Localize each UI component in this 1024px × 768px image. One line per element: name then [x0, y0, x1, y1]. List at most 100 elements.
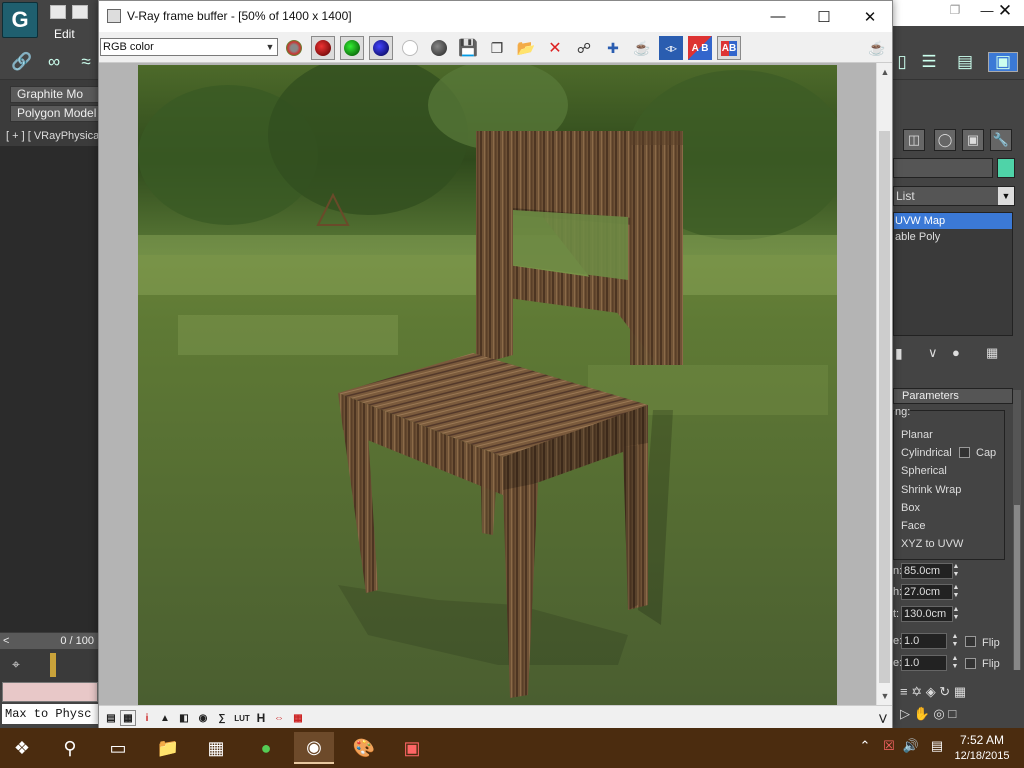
search-icon[interactable]: ⚲ [50, 732, 90, 764]
max-app-logo-icon[interactable]: G [2, 2, 38, 38]
bind-space-warp-icon[interactable]: ≈ [74, 52, 98, 72]
file-explorer-icon[interactable]: 📁 [148, 732, 188, 764]
make-unique-icon[interactable]: ● [952, 345, 970, 363]
height-spinner-arrows-icon[interactable]: ▲ ▼ [951, 606, 961, 622]
levels-icon[interactable]: ▲ [157, 710, 173, 726]
chevron-down-icon[interactable]: ▼ [998, 187, 1014, 205]
mono-channel-button[interactable] [427, 36, 451, 60]
mapping-spherical[interactable]: Spherical [901, 465, 947, 477]
lut-icon[interactable]: LUT [234, 710, 250, 726]
parameters-rollout-header[interactable]: Parameters [893, 388, 1013, 404]
vfb-close-button[interactable]: ✕ [847, 1, 893, 32]
new-file-icon[interactable] [50, 5, 66, 19]
u-tile-spinner[interactable]: 1.0 [901, 633, 947, 649]
render-last-icon[interactable]: ☕ [630, 36, 654, 60]
mirror-icon[interactable]: ▯ [893, 52, 911, 72]
color-wheel-icon[interactable] [282, 36, 306, 60]
length-spinner[interactable]: 85.0cm [901, 563, 953, 579]
track-mouse-icon[interactable]: ☍ [572, 36, 596, 60]
chevron-down-icon[interactable]: ▼ [264, 39, 276, 55]
v-flip-checkbox[interactable] [965, 658, 976, 672]
teapot-render-icon[interactable]: ☕ [865, 36, 889, 60]
red-channel-button[interactable] [311, 36, 335, 60]
compare-a-b-icon[interactable]: AB [717, 36, 741, 60]
save-all-icon[interactable]: ❐ [485, 36, 509, 60]
stack-item-editable-poly[interactable]: able Poly [894, 229, 1012, 245]
display-tab-icon[interactable]: ▣ [962, 129, 984, 151]
open-file-icon[interactable] [72, 5, 88, 19]
curve-icon[interactable]: ◧ [176, 710, 192, 726]
vfb-scrollbar-thumb[interactable] [879, 131, 890, 683]
u-flip-checkbox[interactable] [965, 636, 976, 650]
unlink-icon[interactable]: ∞ [42, 52, 66, 72]
mapping-cylindrical[interactable]: Cylindrical [901, 447, 952, 459]
mapping-planar[interactable]: Planar [901, 429, 933, 441]
clear-icon[interactable]: ✕ [543, 36, 567, 60]
object-name-field[interactable] [893, 158, 993, 178]
modifier-list-dropdown[interactable]: List ▼ [893, 186, 1015, 206]
link-icon[interactable]: 🔗 [10, 52, 34, 72]
render-channel-select[interactable]: RGB color ▼ [100, 38, 278, 56]
paint-icon[interactable]: 🎨 [344, 732, 384, 764]
srgb-icon[interactable]: ∑ [214, 710, 230, 726]
track-bar[interactable]: ⌖ [0, 650, 100, 680]
viewport-label[interactable]: [ + ] [ VRayPhysica [6, 130, 99, 142]
mapping-xyz-to-uvw[interactable]: XYZ to UVW [901, 538, 963, 550]
expand-panel-icon[interactable]: ⋁ [875, 710, 891, 726]
align-icon[interactable]: ☰ [917, 52, 941, 72]
link-to-settings-icon[interactable]: ◃▹ [659, 36, 683, 60]
notifications-icon[interactable]: ▤ [928, 738, 946, 754]
scroll-down-icon[interactable]: ▼ [877, 689, 893, 703]
maxscript-listener-bar[interactable] [2, 682, 98, 702]
close-icon[interactable]: ✕ [993, 1, 1017, 23]
command-panel-scrollbar-thumb[interactable] [1014, 505, 1020, 670]
vfb-vertical-scrollbar[interactable]: ▲ ▼ [876, 63, 892, 705]
alpha-channel-button[interactable] [398, 36, 422, 60]
history-a-b-icon[interactable]: A B [688, 36, 712, 60]
region-render-icon[interactable]: ✚ [601, 36, 625, 60]
u-tile-spinner-arrows-icon[interactable]: ▲ ▼ [950, 633, 960, 649]
exposure-icon[interactable]: ◉ [195, 710, 211, 726]
cap-checkbox[interactable] [959, 447, 970, 461]
mapping-face[interactable]: Face [901, 520, 925, 532]
height-spinner[interactable]: 130.0cm [901, 606, 953, 622]
pixel-info-icon[interactable]: ▦ [120, 710, 136, 726]
v-tile-spinner-arrows-icon[interactable]: ▲ ▼ [950, 655, 960, 671]
layer-manager-icon[interactable]: ▤ [953, 52, 977, 72]
time-slider[interactable]: < 0 / 100 [0, 633, 100, 649]
vfb-title-bar[interactable]: V-Ray frame buffer - [50% of 1400 x 1400… [99, 1, 892, 32]
hierarchy-tab-icon[interactable]: ◫ [903, 129, 925, 151]
v-tile-spinner[interactable]: 1.0 [901, 655, 947, 671]
width-spinner-arrows-icon[interactable]: ▲ ▼ [951, 584, 961, 600]
configure-modifier-sets-icon[interactable]: ▦ [986, 345, 1004, 363]
utilities-tab-icon[interactable]: 🔧 [990, 129, 1012, 151]
network-icon[interactable]: ☒ [880, 738, 898, 754]
viewport-nav-icons[interactable]: ≡ ✡ ◈ ↻ ▦ [900, 684, 966, 700]
load-icon[interactable]: 📂 [514, 36, 538, 60]
restore-icon[interactable]: ❐ [945, 3, 965, 23]
modifier-stack[interactable]: UVW Map able Poly [893, 212, 1013, 336]
vfb-maximize-button[interactable]: ☐ [801, 1, 847, 32]
3ds-max-taskbar-icon[interactable]: ◉ [294, 732, 334, 764]
ribbon-tab-polygon-modeling[interactable]: Polygon Model [10, 105, 100, 122]
green-app-icon[interactable]: ● [246, 732, 286, 764]
ocio-icon[interactable]: ⇔ [271, 710, 287, 726]
mapping-shrink-wrap[interactable]: Shrink Wrap [901, 484, 961, 496]
time-slider-arrow-icon[interactable]: < [3, 633, 9, 649]
volume-icon[interactable]: 🔊 [902, 738, 920, 754]
render-canvas[interactable] [99, 63, 876, 705]
length-spinner-arrows-icon[interactable]: ▲ ▼ [951, 563, 961, 579]
clock-time[interactable]: 7:52 AM [950, 733, 1014, 747]
scroll-up-icon[interactable]: ▲ [877, 65, 893, 79]
motion-tab-icon[interactable]: ◯ [934, 129, 956, 151]
show-end-result-icon[interactable]: ∨ [928, 345, 946, 363]
vfb-minimize-button[interactable]: — [755, 1, 801, 32]
time-marker[interactable] [50, 653, 56, 677]
mapping-box[interactable]: Box [901, 502, 920, 514]
green-channel-button[interactable] [340, 36, 364, 60]
menu-edit[interactable]: Edit [54, 27, 75, 41]
stack-item-uvw-map[interactable]: UVW Map [894, 213, 1012, 229]
histogram-icon[interactable]: H [253, 710, 269, 726]
save-icon[interactable]: 💾 [456, 36, 480, 60]
info-icon[interactable]: i [139, 710, 155, 726]
